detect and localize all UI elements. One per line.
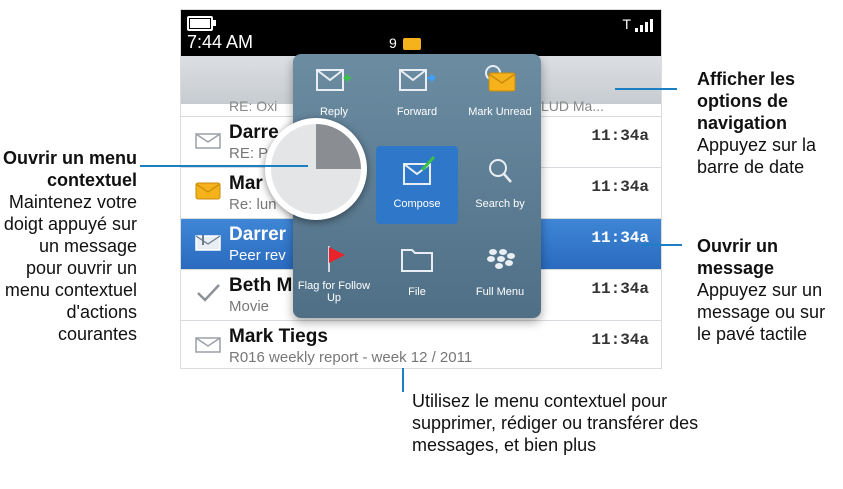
menu-item-label: File: [408, 286, 426, 298]
forward-icon: [399, 69, 436, 91]
menu-item-label: Mark Unread: [468, 106, 532, 118]
flag-icon: [328, 246, 345, 272]
annotation-title: Ouvrir un message: [697, 236, 779, 278]
menu-item-forward[interactable]: Forward: [376, 54, 458, 132]
annotation-body: Maintenez votre doigt appuyé sur un mess…: [3, 192, 137, 344]
message-subject: Re: lun: [229, 196, 277, 213]
message-sender: RE: Oxi: [229, 98, 278, 114]
message-subject: R016 weekly report - week 12 / 2011: [229, 349, 473, 366]
menu-item-label: Full Menu: [475, 286, 525, 298]
message-time: 11:34a: [591, 331, 649, 349]
blackberry-icon: [487, 249, 515, 269]
signal-icon: T: [622, 16, 653, 32]
menu-item-label: Compose: [393, 198, 441, 210]
envelope-open-icon: [195, 337, 221, 353]
annotation-title: Ouvrir un menu contextuel: [2, 148, 137, 190]
envelope-open-icon: [195, 133, 221, 149]
leader-line-left: [140, 165, 308, 167]
envelope-attachment-icon: [195, 235, 221, 251]
message-sender: Mar: [229, 173, 263, 194]
menu-item-label: Flag for Follow Up: [297, 280, 371, 304]
annotation-open-message: Ouvrir un message Appuyez sur un message…: [697, 235, 843, 345]
message-sender: Darre: [229, 122, 279, 143]
message-peek: LUD Ma...: [541, 98, 605, 114]
message-subject: Peer rev: [229, 247, 286, 264]
message-sender: Mark Tiegs: [229, 326, 328, 347]
annotation-bottom: Utilisez le menu contextuel pour supprim…: [412, 390, 702, 456]
menu-item-label: Forward: [396, 106, 438, 118]
message-subject: Movie: [229, 298, 270, 315]
checkmark-icon: [197, 284, 220, 302]
new-message-count: 9: [389, 35, 397, 51]
menu-item-flag[interactable]: Flag for Follow Up: [293, 234, 375, 312]
message-sender: Darrer: [229, 224, 287, 245]
menu-item-mark-unread[interactable]: Mark Unread: [459, 54, 541, 132]
annotation-body: Appuyez sur la barre de date: [697, 135, 817, 177]
list-item[interactable]: Mark Tiegs R016 weekly report - week 12 …: [181, 321, 661, 368]
search-icon: [489, 159, 512, 183]
message-time: 11:34a: [591, 127, 649, 145]
compose-icon: [403, 156, 436, 185]
message-sender: Beth M: [229, 275, 293, 296]
menu-item-label: Reply: [319, 106, 349, 118]
battery-icon: [187, 16, 216, 31]
annotation-body: Appuyez sur un message ou sur le pavé ta…: [697, 280, 826, 344]
mark-unread-icon: [485, 65, 516, 92]
new-mail-icon: [403, 38, 421, 50]
menu-item-compose[interactable]: Compose: [376, 146, 458, 224]
annotation-navigation: Afficher les options de navigation Appuy…: [697, 68, 843, 178]
message-time: 11:34a: [591, 178, 649, 196]
menu-item-search-by[interactable]: Search by: [459, 146, 541, 224]
clock: 7:44 AM: [187, 32, 254, 52]
menu-item-label: Search by: [475, 198, 525, 210]
annotation-title: Afficher les options de navigation: [697, 69, 796, 133]
annotation-body: Utilisez le menu contextuel pour supprim…: [412, 391, 699, 455]
envelope-unread-icon: [195, 182, 221, 200]
leader-line-bottom: [402, 368, 404, 392]
message-time: 11:34a: [591, 229, 649, 247]
message-subject: RE: P: [229, 145, 269, 162]
message-time: 11:34a: [591, 280, 649, 298]
menu-item-file[interactable]: File: [376, 234, 458, 312]
leader-line-date-bar: [615, 88, 677, 90]
folder-icon: [401, 249, 433, 272]
status-bar: 7:44 AM 9 T: [181, 10, 661, 56]
touch-hold-indicator: [265, 118, 367, 220]
reply-icon: [316, 69, 351, 91]
leader-line-message: [642, 244, 682, 246]
menu-item-full-menu[interactable]: Full Menu: [459, 234, 541, 312]
annotation-context-menu: Ouvrir un menu contextuel Maintenez votr…: [0, 147, 137, 345]
